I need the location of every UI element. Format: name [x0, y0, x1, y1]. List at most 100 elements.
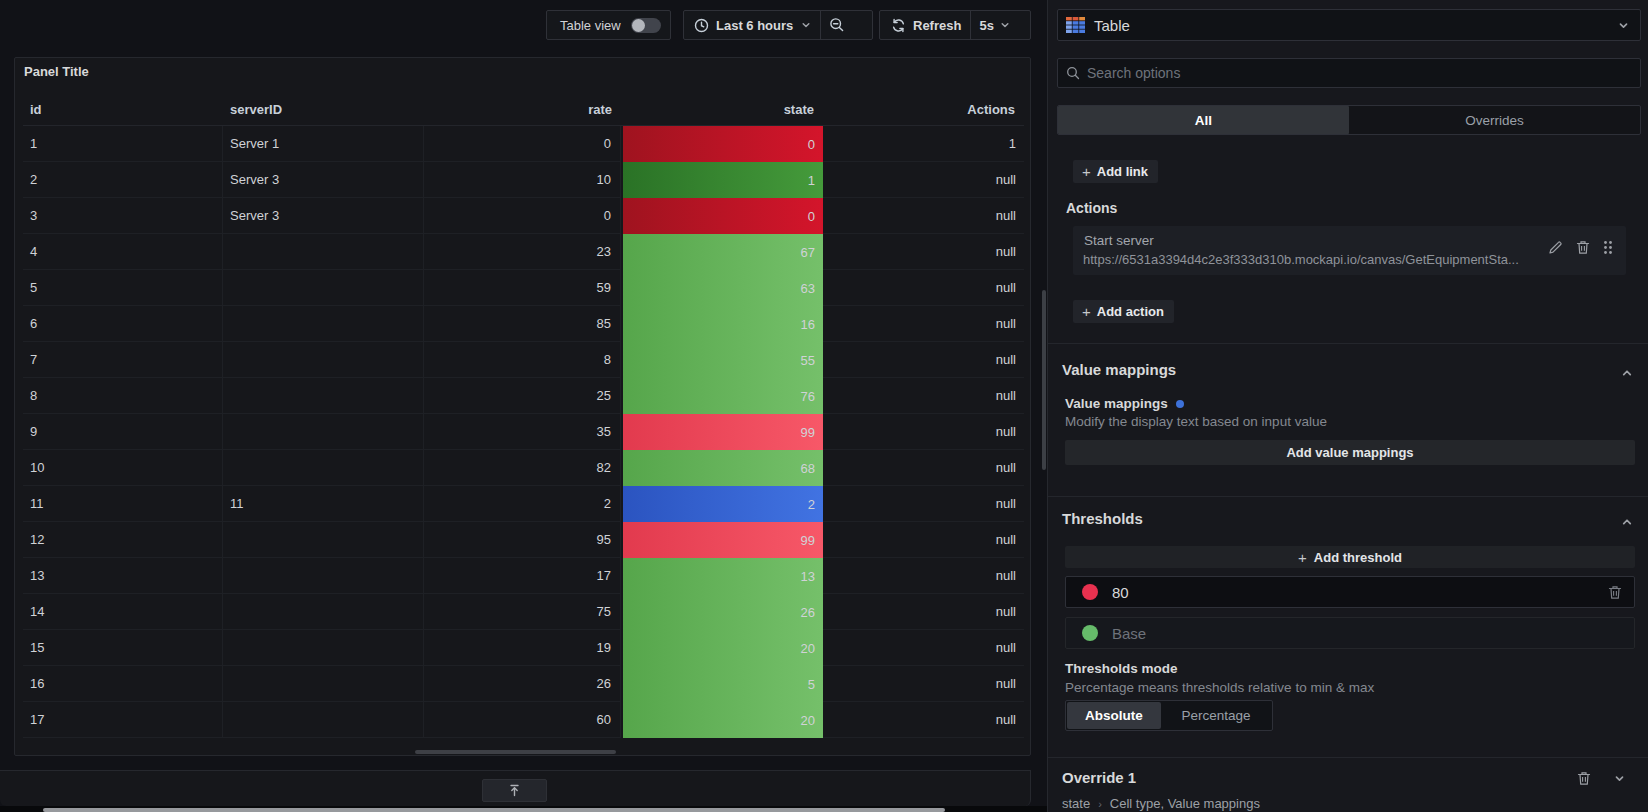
refresh-interval-button[interactable]: 5s — [971, 11, 1018, 39]
clock-icon — [694, 18, 709, 33]
table-row[interactable]: 11 11 2 2 null — [23, 486, 1024, 522]
page-horizontal-scrollbar[interactable] — [43, 808, 945, 812]
add-threshold-button[interactable]: + Add threshold — [1065, 546, 1635, 568]
cell-actions: null — [823, 234, 1024, 270]
table-row[interactable]: 5 59 63 null — [23, 270, 1024, 306]
add-action-button[interactable]: + Add action — [1073, 300, 1174, 323]
value-mappings-field-desc: Modify the display text based on input v… — [1065, 414, 1327, 429]
add-link-button[interactable]: + Add link — [1073, 160, 1158, 183]
data-table: idserverIDratestateActions 1 Server 1 0 … — [23, 93, 1024, 738]
search-icon — [1066, 66, 1080, 80]
add-value-mappings-button[interactable]: Add value mappings — [1065, 440, 1635, 465]
mode-absolute[interactable]: Absolute — [1067, 702, 1161, 729]
cell-actions: null — [823, 558, 1024, 594]
cell-rate: 25 — [424, 378, 621, 414]
section-divider — [1048, 496, 1648, 497]
trash-icon[interactable] — [1577, 771, 1591, 786]
cell-actions: null — [823, 306, 1024, 342]
cell-id: 13 — [23, 558, 223, 594]
table-row[interactable]: 15 19 20 null — [23, 630, 1024, 666]
time-picker-group: Last 6 hours — [683, 10, 873, 40]
threshold-input-row[interactable]: 80 — [1065, 576, 1635, 608]
cell-serverid: 11 — [223, 486, 424, 522]
thresholds-section-header[interactable]: Thresholds — [1062, 510, 1143, 527]
table-row[interactable]: 8 25 76 null — [23, 378, 1024, 414]
plus-icon: + — [1298, 549, 1307, 566]
add-action-label: Add action — [1097, 304, 1164, 319]
refresh-button[interactable]: Refresh — [880, 11, 970, 39]
cell-rate: 60 — [424, 702, 621, 738]
cell-state: 26 — [621, 594, 823, 630]
cell-rate: 17 — [424, 558, 621, 594]
override-field[interactable]: state — [1062, 796, 1090, 811]
table-row[interactable]: 9 35 99 null — [23, 414, 1024, 450]
chevron-up-icon[interactable] — [1620, 515, 1634, 529]
scroll-to-top-button[interactable] — [482, 779, 547, 802]
cell-id: 15 — [23, 630, 223, 666]
cell-id: 7 — [23, 342, 223, 378]
threshold-color-dot[interactable] — [1082, 584, 1098, 600]
table-row[interactable]: 1 Server 1 0 0 1 — [23, 126, 1024, 162]
cell-serverid — [223, 378, 424, 414]
table-row[interactable]: 14 75 26 null — [23, 594, 1024, 630]
table-row[interactable]: 17 60 20 null — [23, 702, 1024, 738]
cell-rate: 19 — [424, 630, 621, 666]
table-row[interactable]: 7 8 55 null — [23, 342, 1024, 378]
cell-rate: 95 — [424, 522, 621, 558]
table-row[interactable]: 2 Server 3 10 1 null — [23, 162, 1024, 198]
chevron-right-icon: › — [1098, 798, 1102, 810]
cell-state: 20 — [621, 630, 823, 666]
cell-id: 14 — [23, 594, 223, 630]
table-view-switch[interactable] — [631, 18, 661, 33]
trash-icon[interactable] — [1576, 240, 1590, 255]
cell-rate: 10 — [424, 162, 621, 198]
drag-handle-icon[interactable] — [1603, 240, 1613, 255]
chevron-down-icon[interactable] — [1613, 772, 1626, 785]
column-header-Actions[interactable]: Actions — [823, 93, 1024, 125]
cell-state: 1 — [621, 162, 823, 198]
table-row[interactable]: 16 26 5 null — [23, 666, 1024, 702]
zoom-out-button[interactable] — [821, 11, 852, 39]
override-section-header[interactable]: Override 1 — [1062, 769, 1136, 786]
cell-state: 5 — [621, 666, 823, 702]
panel-title[interactable]: Panel Title — [24, 64, 89, 79]
tab-all[interactable]: All — [1058, 106, 1349, 134]
search-options-input[interactable]: Search options — [1057, 58, 1641, 88]
value-mappings-section-header[interactable]: Value mappings — [1062, 361, 1176, 378]
table-row[interactable]: 3 Server 3 0 0 null — [23, 198, 1024, 234]
thresholds-mode-toggle: Absolute Percentage — [1065, 700, 1273, 731]
table-row[interactable]: 4 23 67 null — [23, 234, 1024, 270]
tab-overrides[interactable]: Overrides — [1349, 106, 1640, 134]
threshold-base-row[interactable]: Base — [1065, 617, 1635, 649]
cell-serverid — [223, 594, 424, 630]
cell-state: 63 — [621, 270, 823, 306]
cell-state: 0 — [621, 198, 823, 234]
cell-actions: null — [823, 414, 1024, 450]
mode-percentage[interactable]: Percentage — [1161, 702, 1271, 729]
column-header-serverID[interactable]: serverID — [223, 93, 424, 125]
edit-icon[interactable] — [1548, 240, 1563, 255]
cell-actions: null — [823, 342, 1024, 378]
column-header-rate[interactable]: rate — [424, 93, 621, 125]
cell-actions: null — [823, 162, 1024, 198]
trash-icon[interactable] — [1608, 585, 1622, 600]
chevron-up-icon[interactable] — [1620, 366, 1634, 380]
column-header-id[interactable]: id — [23, 93, 223, 125]
table-row[interactable]: 10 82 68 null — [23, 450, 1024, 486]
page-vertical-scrollbar[interactable] — [1042, 290, 1046, 470]
table-body: 1 Server 1 0 0 1 2 Server 3 10 1 null 3 … — [23, 126, 1024, 738]
column-header-state[interactable]: state — [621, 93, 823, 125]
table-row[interactable]: 6 85 16 null — [23, 306, 1024, 342]
cell-serverid: Server 3 — [223, 162, 424, 198]
action-item-card[interactable]: Start server https://6531a3394d4c2e3f333… — [1073, 226, 1626, 275]
horizontal-scrollbar-thumb[interactable] — [415, 750, 616, 754]
table-row[interactable]: 12 95 99 null — [23, 522, 1024, 558]
cell-serverid — [223, 306, 424, 342]
cell-id: 12 — [23, 522, 223, 558]
visualization-picker[interactable]: Table — [1057, 9, 1641, 41]
table-row[interactable]: 13 17 13 null — [23, 558, 1024, 594]
threshold-base-color-dot[interactable] — [1082, 625, 1098, 641]
time-range-button[interactable]: Last 6 hours — [684, 11, 820, 39]
table-viz-icon — [1066, 17, 1085, 33]
panel-footer-bar — [0, 770, 1031, 806]
